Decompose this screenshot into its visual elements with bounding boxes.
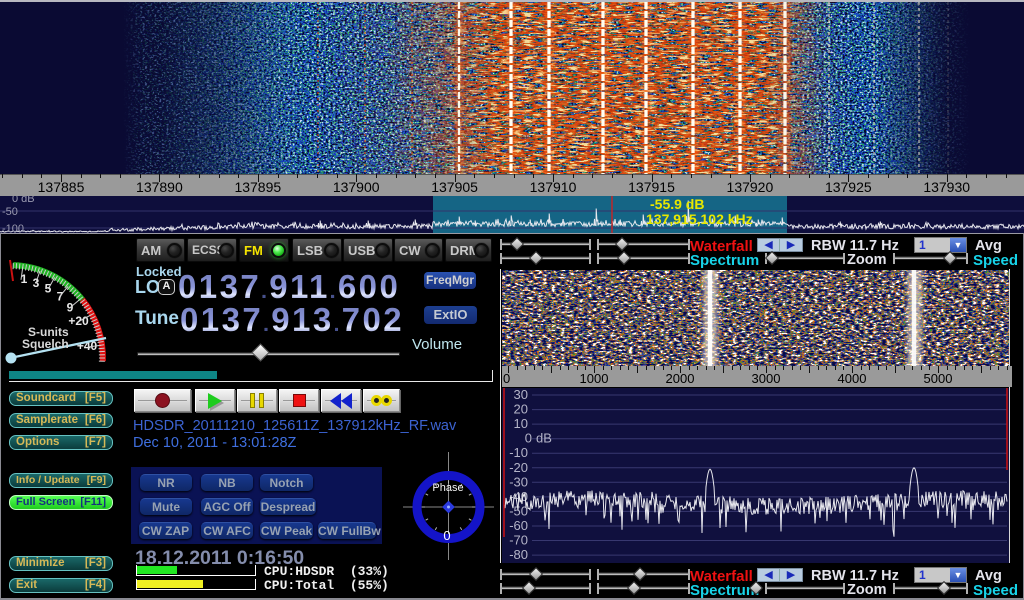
svg-text:Squelch: Squelch (22, 337, 69, 351)
svg-text:10: 10 (514, 416, 528, 431)
svg-text:+20: +20 (68, 314, 89, 328)
svg-text:Phase: Phase (432, 482, 463, 494)
svg-text:-50: -50 (2, 206, 18, 218)
svg-text:0: 0 (525, 431, 532, 446)
svg-text:-55.9 dB: -55.9 dB (650, 196, 704, 212)
svg-text:-70: -70 (509, 533, 528, 548)
svg-text:-80: -80 (509, 547, 528, 562)
svg-text:-100: -100 (2, 223, 24, 233)
svg-text:-20: -20 (509, 460, 528, 475)
svg-text:dB: dB (536, 431, 552, 446)
svg-text:0: 0 (443, 528, 450, 543)
svg-text:9: 9 (67, 301, 74, 315)
svg-text:137,915,102 kHz: 137,915,102 kHz (646, 211, 753, 227)
svg-text:-60: -60 (509, 518, 528, 533)
svg-text:20: 20 (514, 402, 528, 417)
svg-text:30: 30 (514, 388, 528, 402)
svg-text:-30: -30 (509, 474, 528, 489)
svg-text:0 dB: 0 dB (12, 196, 35, 205)
svg-text:-10: -10 (509, 445, 528, 460)
